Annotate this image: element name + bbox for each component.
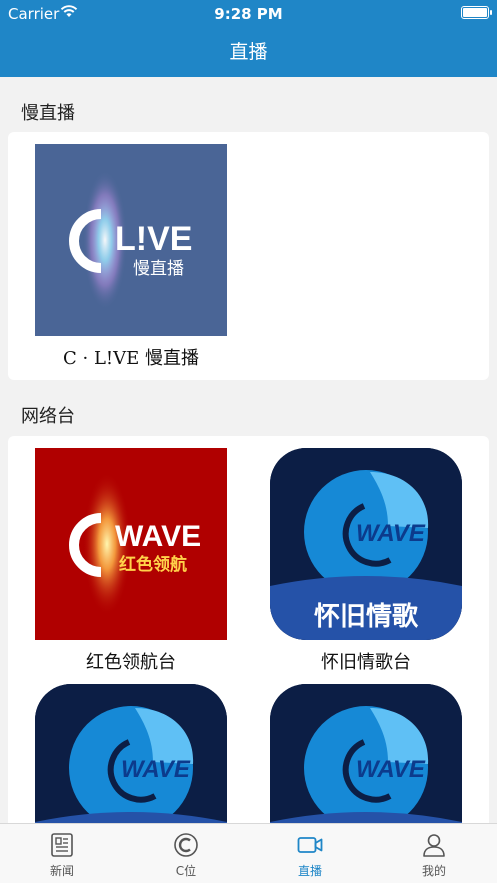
logo-main-text: L!VE: [115, 220, 192, 258]
section-card-slow-live: L!VE 慢直播 C · L!VE 慢直播: [8, 132, 489, 380]
cwave-blue-logo-icon: WAVE 怀旧情歌: [270, 448, 462, 640]
user-icon: [423, 834, 445, 857]
section-title-network: 网络台: [21, 406, 75, 427]
logo-main-text: WAVE: [115, 520, 201, 553]
channel-caption: 怀旧情歌台: [321, 652, 411, 673]
status-time: 9:28 PM: [214, 5, 283, 23]
battery-icon: [461, 6, 492, 19]
logo-sub-text: 怀旧情歌: [314, 602, 419, 632]
status-bar: Carrier 9:28 PM: [0, 0, 497, 26]
tab-bar: 新闻 C位 直播 我的: [0, 823, 497, 883]
channel-tile-clive[interactable]: L!VE 慢直播: [35, 144, 227, 336]
clive-logo-icon: L!VE 慢直播: [35, 144, 227, 336]
tab-me[interactable]: 我的: [372, 824, 496, 883]
channel-tile-red-leader[interactable]: WAVE 红色领航: [35, 448, 227, 640]
channel-caption: 红色领航台: [86, 652, 176, 673]
tab-news[interactable]: 新闻: [0, 824, 124, 883]
logo-main-text: WAVE: [121, 756, 191, 783]
tab-c-position[interactable]: C位: [124, 824, 248, 883]
channel-caption: C · L!VE 慢直播: [63, 348, 199, 369]
app-header: Carrier 9:28 PM 直播: [0, 0, 497, 77]
page-title: 直播: [229, 41, 268, 63]
tab-label: 新闻: [49, 864, 74, 878]
logo-main-text: WAVE: [356, 756, 426, 783]
tab-live[interactable]: 直播: [248, 824, 372, 883]
logo-main-text: WAVE: [356, 520, 426, 547]
tab-label: C位: [175, 864, 197, 878]
channel-tile-nostalgic[interactable]: WAVE 怀旧情歌: [270, 448, 462, 640]
newspaper-icon: [51, 833, 73, 857]
c-position-icon: [174, 833, 198, 857]
section-card-network: WAVE 红色领航 红色领航台 WAVE 怀旧情歌 怀旧情歌台 WAVE WAV…: [8, 436, 489, 876]
tab-label: 直播: [297, 864, 322, 878]
cwave-red-logo-icon: WAVE 红色领航: [35, 448, 227, 640]
section-title-slow-live: 慢直播: [21, 103, 75, 124]
video-camera-icon: [297, 837, 323, 853]
logo-sub-text: 慢直播: [133, 258, 184, 279]
logo-sub-text: 红色领航: [119, 554, 187, 575]
tab-label: 我的: [421, 864, 446, 878]
